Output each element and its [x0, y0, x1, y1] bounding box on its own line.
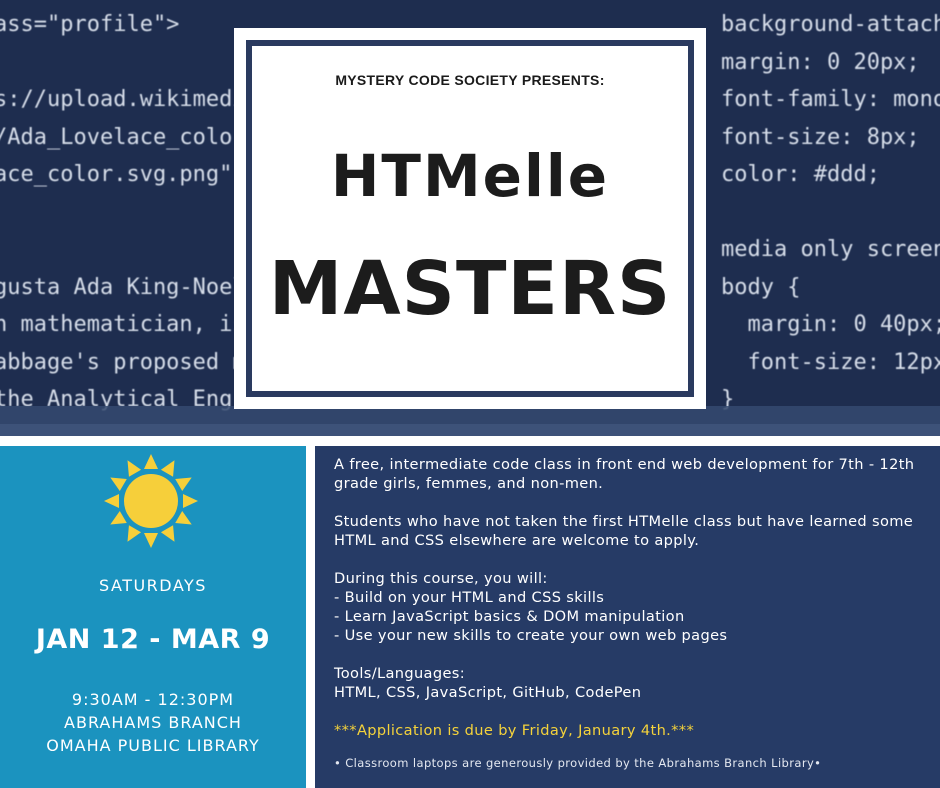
sun-ray: [110, 510, 127, 525]
tools-list: HTML, CSS, JavaScript, GitHub, CodePen: [334, 684, 642, 701]
eligibility-paragraph: Students who have not taken the first HT…: [334, 513, 914, 549]
course-item: - Learn JavaScript basics & DOM manipula…: [334, 608, 685, 625]
title-line-2: MASTERS: [268, 246, 672, 332]
description-panel: A free, intermediate code class in front…: [315, 446, 940, 788]
title-card: MYSTERY CODE SOCIETY PRESENTS: HTMelle M…: [234, 28, 706, 409]
title-line-1: HTMelle: [330, 142, 610, 210]
header-banner: ass="profile"> s://upload.wikimedia /Ada…: [0, 0, 940, 436]
divider: [0, 436, 940, 446]
schedule-branch: ABRAHAMS BRANCH: [64, 713, 242, 732]
sun-ray: [175, 477, 192, 492]
sun-ray: [144, 454, 158, 469]
sun-ray: [183, 494, 198, 508]
schedule-library: OMAHA PUBLIC LIBRARY: [46, 736, 260, 755]
sun-ray: [175, 510, 192, 525]
presenter-line: MYSTERY CODE SOCIETY PRESENTS:: [335, 72, 605, 88]
sun-ray: [144, 533, 158, 548]
sun-ray: [127, 460, 142, 477]
sun-ray: [104, 494, 119, 508]
sun-ray: [160, 525, 175, 542]
tools-heading: Tools/Languages:: [334, 665, 466, 682]
sun-ray: [110, 477, 127, 492]
intro-paragraph: A free, intermediate code class in front…: [334, 456, 915, 492]
banner-strip: [0, 424, 940, 436]
schedule-dates: JAN 12 - MAR 9: [35, 624, 271, 655]
description-text: A free, intermediate code class in front…: [334, 455, 929, 759]
course-section: During this course, you will: - Build on…: [334, 569, 929, 645]
schedule-panel: SATURDAYS JAN 12 - MAR 9 9:30AM - 12:30P…: [0, 446, 306, 788]
sun-ray: [127, 525, 142, 542]
sun-icon: [104, 454, 198, 548]
schedule-details: 9:30AM - 12:30PM ABRAHAMS BRANCH OMAHA P…: [0, 688, 306, 757]
title-card-frame: MYSTERY CODE SOCIETY PRESENTS: HTMelle M…: [246, 40, 694, 397]
course-heading: During this course, you will:: [334, 570, 548, 587]
tools-section: Tools/Languages: HTML, CSS, JavaScript, …: [334, 664, 929, 702]
laptop-footnote: • Classroom laptops are generously provi…: [334, 756, 822, 770]
schedule-time: 9:30AM - 12:30PM: [71, 690, 235, 709]
schedule-day: SATURDAYS: [99, 576, 207, 595]
sun-ray: [160, 460, 175, 477]
course-item: - Build on your HTML and CSS skills: [334, 589, 605, 606]
background-code-right: background-attach margin: 0 20px; font-f…: [721, 12, 940, 412]
application-deadline: ***Application is due by Friday, January…: [334, 722, 695, 739]
course-item: - Use your new skills to create your own…: [334, 627, 728, 644]
